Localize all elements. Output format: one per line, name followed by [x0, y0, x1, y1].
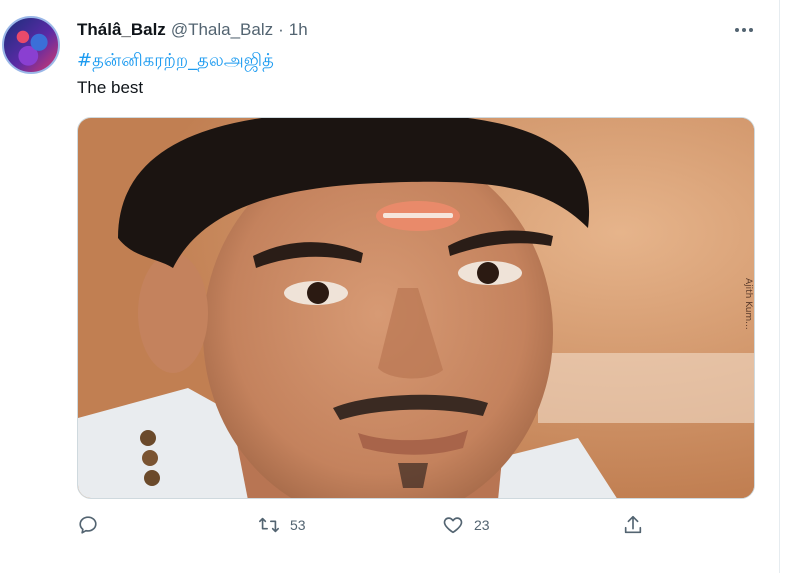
like-button[interactable]: 23: [442, 514, 490, 536]
share-button[interactable]: [622, 514, 644, 536]
reply-button[interactable]: [77, 514, 109, 536]
tweet-header: Thálâ_Balz @Thala_Balz · 1h: [77, 20, 308, 40]
tweet[interactable]: Thálâ_Balz @Thala_Balz · 1h #தன்னிகரற்ற_…: [0, 0, 780, 573]
hashtag-link[interactable]: #தன்னிகரற்ற_தலஅஜித்: [77, 50, 274, 73]
retweet-count: 53: [290, 517, 306, 533]
image-watermark: Ajith Kum...: [743, 278, 753, 330]
retweet-button[interactable]: 53: [258, 514, 306, 536]
share-icon: [624, 515, 642, 534]
tweet-image[interactable]: Ajith Kum...: [77, 117, 755, 499]
like-count: 23: [474, 517, 490, 533]
tweet-text: The best: [77, 78, 144, 97]
portrait-photo: Ajith Kum...: [78, 118, 754, 498]
display-name[interactable]: Thálâ_Balz: [77, 20, 166, 40]
separator-dot: ·: [278, 20, 284, 39]
like-icon: [443, 517, 463, 534]
avatar[interactable]: [2, 16, 60, 74]
tweet-actions: 53 23: [77, 514, 677, 546]
retweet-icon: [259, 517, 279, 533]
reply-icon: [79, 516, 97, 534]
timestamp[interactable]: 1h: [289, 20, 308, 40]
more-icon[interactable]: [733, 20, 755, 40]
user-handle[interactable]: @Thala_Balz: [171, 20, 273, 40]
